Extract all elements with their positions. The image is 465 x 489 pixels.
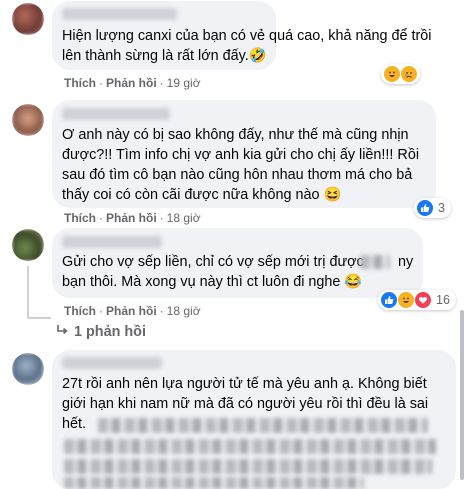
replies-count-label: 1 phản hồi xyxy=(74,324,146,340)
like-link[interactable]: Thích xyxy=(64,211,96,225)
redacted-text xyxy=(64,459,432,474)
comment-text-line: bạn thôi. Mà xong vụ này thì ct luôn đi … xyxy=(62,274,363,290)
comment-text-line: được?!! Tìm info chị vợ anh kia gửi cho … xyxy=(62,147,420,163)
redacted-text xyxy=(360,255,390,269)
timestamp[interactable]: 18 giờ xyxy=(167,304,201,318)
sad-icon xyxy=(401,66,417,82)
reply-link[interactable]: Phản hồi xyxy=(106,211,157,225)
reply-arrow-icon xyxy=(56,324,68,340)
timestamp[interactable]: 18 giờ xyxy=(167,211,201,225)
redacted-text xyxy=(64,439,436,454)
scrollbar-thumb[interactable] xyxy=(460,310,464,480)
avatar[interactable] xyxy=(12,3,44,35)
comment-text-line: thấy coi có còn cãi được nữa không nào 😆 xyxy=(62,187,342,203)
reaction-summary[interactable]: 3 xyxy=(414,198,451,218)
avatar[interactable] xyxy=(12,229,44,261)
reply-link[interactable]: Phản hồi xyxy=(106,304,157,318)
redacted-text xyxy=(64,477,364,489)
comment-text-line: sau đó tìm cô bạn nào cũng hôn nhau thơm… xyxy=(62,167,413,183)
thread-connector xyxy=(27,317,51,319)
haha-icon xyxy=(398,292,414,308)
reaction-summary[interactable]: 16 xyxy=(378,290,456,310)
love-icon xyxy=(415,292,431,308)
like-icon xyxy=(417,200,433,216)
commenter-name[interactable] xyxy=(62,8,177,20)
commenter-name[interactable] xyxy=(62,236,162,248)
comment-text-line: Gửi cho vợ sếp liền, chỉ có vợ sếp mới t… xyxy=(62,254,364,270)
comment-text-line: hết. xyxy=(62,416,87,432)
haha-icon xyxy=(384,66,400,82)
reaction-summary[interactable] xyxy=(381,64,420,84)
reaction-count: 3 xyxy=(438,201,445,215)
like-link[interactable]: Thích xyxy=(64,76,96,90)
comment-text-line: lên thành sừng là rất lớn đấy.🤣 xyxy=(62,48,267,64)
like-link[interactable]: Thích xyxy=(64,304,96,318)
comment-text-line: 27t rồi anh nên lựa người tử tế mà yêu a… xyxy=(62,376,427,392)
timestamp[interactable]: 19 giờ xyxy=(167,76,201,90)
scrollbar[interactable] xyxy=(459,0,465,489)
comment-text-line: Ơ anh này có bị sao không đấy, như thế m… xyxy=(62,127,409,143)
reaction-count: 16 xyxy=(436,293,450,307)
reply-link[interactable]: Phản hồi xyxy=(106,76,157,90)
comment-text-line: Hiện lượng canxi của bạn có vẻ quá cao, … xyxy=(62,28,432,44)
comment-actions: Thích · Phản hồi · 18 giờ xyxy=(64,304,201,318)
avatar[interactable] xyxy=(12,353,44,385)
comment-text-line: ny xyxy=(398,254,414,270)
commenter-name[interactable] xyxy=(62,108,170,120)
avatar[interactable] xyxy=(12,104,44,136)
comment-actions: Thích · Phản hồi · 19 giờ xyxy=(64,76,201,90)
thread-connector xyxy=(27,266,29,317)
comment-text-line: giới hạn khi nam nữ mà đã có người yêu r… xyxy=(62,396,429,412)
view-replies-link[interactable]: 1 phản hồi xyxy=(56,324,146,340)
redacted-text xyxy=(98,418,428,433)
like-icon xyxy=(381,292,397,308)
comment-actions: Thích · Phản hồi · 18 giờ xyxy=(64,211,201,225)
commenter-name[interactable] xyxy=(62,357,162,369)
